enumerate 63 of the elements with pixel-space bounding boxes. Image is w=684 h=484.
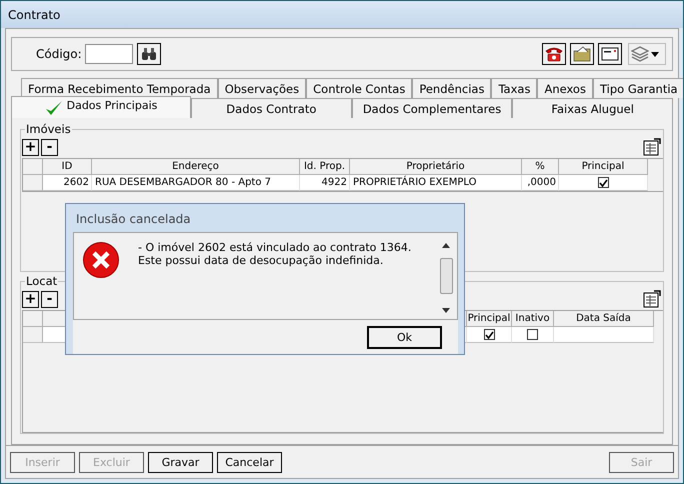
checkbox[interactable] — [598, 177, 608, 188]
group-title: Imóveis — [25, 122, 72, 136]
tab[interactable]: Pendências — [412, 78, 492, 98]
tab[interactable]: Taxas — [491, 78, 538, 98]
caret-icon — [651, 52, 659, 56]
scroll-up-icon — [442, 243, 450, 248]
remove-button[interactable]: - — [41, 290, 58, 308]
group-title: Locat — [25, 274, 58, 288]
card-button[interactable] — [598, 43, 622, 65]
tab[interactable]: Forma Recebimento Temporada — [21, 78, 218, 98]
tab[interactable]: Dados Complementares — [352, 98, 512, 118]
code-label: Código: — [36, 47, 82, 61]
action-button[interactable]: Cancelar — [217, 452, 282, 472]
phone-button[interactable] — [542, 43, 566, 65]
tab[interactable]: Dados Principais — [11, 96, 191, 118]
phone-icon — [545, 46, 563, 62]
scroll-down-icon — [442, 308, 450, 313]
column-header: Principal — [467, 311, 512, 327]
table-cell: ,0000 — [522, 175, 559, 191]
column-header: Proprietário — [350, 159, 522, 175]
dialog-title: Inclusão cancelada — [75, 211, 192, 228]
add-button[interactable]: + — [22, 290, 39, 308]
scrollbar[interactable] — [439, 241, 453, 315]
folder-button[interactable] — [570, 43, 594, 65]
checkbox[interactable] — [527, 329, 538, 340]
layers-icon — [631, 46, 649, 62]
tab[interactable]: Anexos — [537, 78, 593, 98]
table-edit-icon — [643, 290, 661, 308]
remove-button[interactable]: - — [41, 138, 58, 156]
column-header: Principal — [559, 159, 648, 175]
folder-icon — [573, 46, 591, 62]
checkbox[interactable] — [484, 329, 494, 340]
column-header: Endereço — [92, 159, 300, 175]
table-edit-icon — [643, 138, 661, 156]
column-header: ID — [43, 159, 92, 175]
table-cell: 4922 — [300, 175, 350, 191]
column-header: Id. Prop. — [300, 159, 350, 175]
column-header: % — [522, 159, 559, 175]
tab[interactable]: Observações — [218, 78, 306, 98]
layers-dropdown-button[interactable] — [628, 43, 666, 65]
message-text: Este possui data de desocupação indefinida. — [138, 254, 384, 267]
add-button[interactable]: + — [22, 138, 39, 156]
scroll-thumb[interactable] — [440, 258, 452, 294]
search-button[interactable] — [136, 43, 161, 65]
grid-edit-button[interactable] — [642, 137, 662, 157]
table-cell: PROPRIETÁRIO EXEMPLO — [350, 175, 522, 191]
tab[interactable]: Faixas Aluguel — [512, 98, 674, 118]
tab[interactable]: Tipo Garantia — [592, 78, 683, 98]
table-cell: 2602 — [43, 175, 92, 191]
action-button[interactable]: Gravar — [148, 452, 213, 472]
ok-button[interactable]: Ok — [367, 326, 442, 348]
grid-edit-button[interactable] — [642, 289, 662, 309]
card-icon — [601, 47, 619, 61]
message-text: - O imóvel 2602 está vinculado ao contrato 1364. — [138, 241, 412, 254]
tab[interactable]: Dados Contrato — [191, 98, 352, 118]
column-header: Data Saída — [554, 311, 654, 327]
error-icon — [82, 241, 120, 279]
table-cell: RUA DESEMBARGADOR 80 - Apto 7 — [92, 175, 300, 191]
window-title: Contrato — [8, 8, 60, 22]
column-header: Inativo — [512, 311, 554, 327]
code-field[interactable] — [84, 44, 133, 64]
binoculars-icon — [140, 47, 157, 61]
tab[interactable]: Controle Contas — [306, 78, 412, 98]
